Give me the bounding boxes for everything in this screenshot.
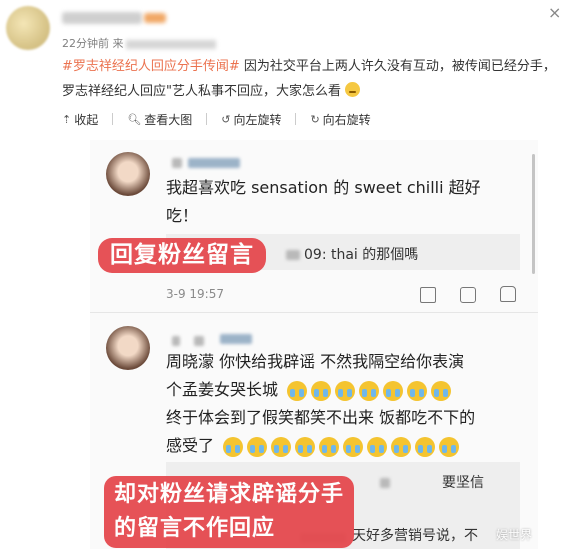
crying-emoji-icon — [335, 380, 356, 401]
crying-emoji-icon — [311, 380, 332, 401]
post-meta: 22分钟前 来 — [62, 35, 216, 51]
scrollbar[interactable] — [532, 154, 535, 274]
commenter-name-blurred — [220, 334, 252, 344]
crying-emoji-icon — [287, 380, 308, 401]
crying-emoji-icon — [415, 436, 436, 457]
embedded-screenshot[interactable]: 我超喜欢吃 sensation 的 sweet chilli 超好吃！ 09: … — [90, 140, 538, 549]
crying-emoji-row — [287, 380, 452, 401]
crying-emoji-icon — [319, 436, 340, 457]
rotate-right-button[interactable]: ↻ 向右旋转 — [310, 111, 370, 128]
comment-text: 周晓濛 你快给我辟谣 不然我隔空给你表演 个孟姜女哭长城 终于体会到了假笑都笑不… — [166, 348, 526, 460]
comment-line: 感受了 — [166, 436, 215, 455]
comment-icon[interactable] — [460, 287, 476, 303]
rotate-left-button[interactable]: ↺ 向左旋转 — [221, 111, 281, 128]
crying-emoji-icon — [407, 380, 428, 401]
comment-line-with-emoji: 个孟姜女哭长城 — [166, 376, 526, 404]
collapse-label: 收起 — [74, 112, 99, 127]
toolbar-divider — [112, 113, 114, 125]
commenter-avatar[interactable] — [106, 326, 150, 370]
divider — [90, 312, 538, 313]
reply-name-blurred — [380, 478, 390, 488]
comment-line: 个孟姜女哭长城 — [166, 380, 279, 399]
commenter-name-blurred — [172, 158, 182, 168]
crying-emoji-icon — [367, 436, 388, 457]
crying-emoji-icon — [223, 436, 244, 457]
close-icon[interactable]: × — [548, 3, 561, 22]
watermark: 娱世界 — [495, 528, 532, 542]
rotate-left-icon: ↺ — [221, 112, 231, 126]
topic-link[interactable]: #罗志祥经纪人回应分手传闻# — [62, 59, 240, 74]
reply-text: 09: thai 的那個嗎 — [304, 247, 419, 263]
user-badge — [144, 13, 166, 23]
crying-emoji-icon — [383, 380, 404, 401]
like-icon[interactable] — [500, 286, 516, 302]
rotate-left-label: 向左旋转 — [233, 112, 282, 127]
view-large-label: 查看大图 — [144, 112, 193, 127]
commenter-name-blurred — [188, 158, 240, 168]
comment-line-with-emoji: 感受了 — [166, 432, 526, 460]
search-icon: 🔍︎ — [127, 112, 142, 126]
no-response-label-line: 却对粉丝请求辟谣分手 — [114, 482, 345, 507]
crying-emoji-icon — [391, 436, 412, 457]
post-text: #罗志祥经纪人回应分手传闻# 因为社交平台上两人许久没有互动，被传闻已经分手，罗… — [62, 54, 562, 104]
comment-line: 周晓濛 你快给我辟谣 不然我隔空给你表演 — [166, 352, 465, 371]
reply-text: 天好多营销号说，不 — [352, 528, 478, 544]
rotate-right-label: 向右旋转 — [322, 112, 371, 127]
crying-emoji-row — [223, 436, 460, 457]
rotate-right-icon: ↻ — [310, 112, 320, 126]
comment-line: 终于体会到了假笑都笑不出来 饭都吃不下的 — [166, 408, 476, 427]
crying-emoji-icon — [295, 436, 316, 457]
toolbar-divider — [295, 113, 297, 125]
reply-name-blurred — [286, 250, 300, 260]
comment-text: 我超喜欢吃 sensation 的 sweet chilli 超好吃！ — [166, 178, 481, 225]
image-toolbar: ⇡ 收起 🔍︎ 查看大图 ↺ 向左旋转 ↻ 向右旋转 — [62, 110, 385, 128]
no-response-label-line: 的留言不作回应 — [114, 516, 276, 541]
avatar[interactable] — [6, 6, 50, 50]
crying-emoji-icon — [247, 436, 268, 457]
crying-emoji-icon — [439, 436, 460, 457]
toolbar-divider — [206, 113, 208, 125]
collapse-button[interactable]: ⇡ 收起 — [62, 111, 98, 128]
username-blurred[interactable] — [62, 12, 142, 24]
commenter-avatar[interactable] — [106, 152, 150, 196]
view-large-button[interactable]: 🔍︎ 查看大图 — [127, 111, 192, 128]
crying-emoji-icon — [431, 380, 452, 401]
thinking-emoji-icon — [345, 82, 361, 97]
post-source-blurred — [125, 39, 216, 49]
crying-emoji-icon — [343, 436, 364, 457]
comment-date: 3-9 19:57 — [166, 287, 224, 301]
post-header: × 22分钟前 来 — [0, 0, 567, 55]
crying-emoji-icon — [271, 436, 292, 457]
reply-fans-label: 回复粉丝留言 — [98, 238, 266, 273]
crying-emoji-icon — [359, 380, 380, 401]
commenter-name-blurred — [172, 336, 180, 346]
reply-text: 要坚信 — [442, 475, 484, 491]
post-time: 22分钟前 来 — [62, 37, 124, 50]
share-icon[interactable] — [420, 287, 436, 303]
collapse-icon: ⇡ — [62, 112, 72, 126]
commenter-name-blurred — [194, 336, 204, 346]
no-response-label: 却对粉丝请求辟谣分手 的留言不作回应 — [104, 476, 355, 548]
